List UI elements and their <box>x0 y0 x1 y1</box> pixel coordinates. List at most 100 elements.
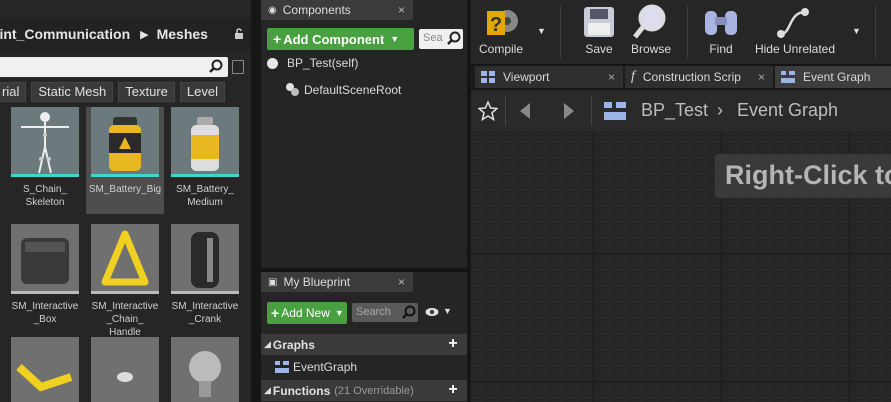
plus-icon: + <box>271 305 280 321</box>
asset-search-input[interactable] <box>0 57 228 77</box>
asset-tile[interactable]: SM_Interactive _Box <box>6 224 84 326</box>
asset-label: SM_Battery_Big <box>88 184 162 195</box>
toolbar-separator <box>560 6 561 58</box>
filter-material[interactable]: rial <box>0 82 27 102</box>
graph-breadcrumb-bar: BP_Test › Event Graph <box>471 90 891 131</box>
asset-tile[interactable]: S_Chain_ Skeleton <box>6 107 84 209</box>
asset-tile-selected[interactable]: SM_Battery_Big <box>86 107 164 214</box>
back-arrow-icon[interactable] <box>516 101 536 121</box>
graph-item-label: EventGraph <box>293 360 358 374</box>
asset-tile[interactable] <box>86 337 164 402</box>
asset-label: SM_Interactive _Crank <box>171 301 239 325</box>
content-browser: rint_Communication ▶ Meshes rial Static … <box>0 0 251 402</box>
path-arrow-icon[interactable]: ▶ <box>140 28 148 41</box>
blueprint-icon: ▣ <box>268 276 278 288</box>
graph-hint-text: Right-Click to <box>715 154 891 198</box>
browse-button[interactable]: Browse <box>625 0 677 64</box>
svg-text:?: ? <box>490 14 502 36</box>
filter-static-mesh[interactable]: Static Mesh <box>31 82 114 102</box>
save-button[interactable]: Save <box>575 0 623 64</box>
breadcrumb-separator: › <box>717 100 723 120</box>
search-icon <box>402 305 416 319</box>
close-icon[interactable]: × <box>398 275 405 289</box>
add-component-button[interactable]: + Add Component ▼ <box>267 28 414 50</box>
root-label: DefaultSceneRoot <box>304 83 402 97</box>
tab-viewport[interactable]: Viewport × <box>475 66 623 88</box>
toolbar-separator <box>875 6 876 58</box>
my-blueprint-tab[interactable]: ▣ My Blueprint × <box>261 272 413 292</box>
lock-icon[interactable] <box>233 27 245 43</box>
add-function-button[interactable]: + <box>445 382 461 398</box>
content-path-bar: rint_Communication ▶ Meshes <box>0 18 251 50</box>
blueprint-search-input[interactable]: Search <box>352 303 418 322</box>
asset-tile[interactable] <box>166 337 244 402</box>
filter-texture[interactable]: Texture <box>118 82 175 102</box>
breadcrumb-graph[interactable]: Event Graph <box>737 100 838 121</box>
binoculars-icon <box>705 11 737 35</box>
filter-bar: rial Static Mesh Texture Level <box>0 82 251 102</box>
chevron-down-icon[interactable]: ▼ <box>537 26 546 36</box>
graphs-section-header[interactable]: ◢ Graphs + <box>261 334 467 355</box>
filter-level[interactable]: Level <box>179 82 225 102</box>
path-folder[interactable]: Meshes <box>157 26 208 42</box>
components-title: Components <box>282 3 351 17</box>
my-blueprint-title: My Blueprint <box>283 275 351 289</box>
toolbar-separator <box>591 96 592 126</box>
chevron-down-icon[interactable]: ▼ <box>852 26 861 36</box>
functions-section-header[interactable]: ◢ Functions (21 Overridable) + <box>261 380 467 401</box>
add-component-label: Add Component <box>283 31 385 47</box>
asset-tile[interactable]: SM_Interactive _Chain_ Handle <box>86 224 164 339</box>
tab-event-graph[interactable]: Event Graph <box>775 66 891 88</box>
compile-label: Compile <box>478 42 523 56</box>
chain-handle-thumbnail <box>91 224 159 294</box>
save-search-icon[interactable] <box>232 60 244 74</box>
component-search-placeholder: Sea <box>423 32 443 44</box>
compile-icon: ? <box>487 10 518 36</box>
functions-overridable-count: (21 Overridable) <box>334 384 414 397</box>
asset-label: SM_Battery_ Medium <box>176 184 234 208</box>
graph-icon <box>275 361 289 373</box>
asset-tile[interactable]: SM_Interactive _Crank <box>166 224 244 326</box>
component-tree-root[interactable]: DefaultSceneRoot <box>286 83 401 97</box>
graph-item-eventgraph[interactable]: EventGraph <box>275 360 357 374</box>
graph-icon <box>604 102 626 120</box>
hide-unrelated-icon <box>777 8 809 38</box>
close-icon[interactable]: × <box>398 3 405 17</box>
viewport-icon <box>481 71 495 83</box>
interactive-box-thumbnail <box>11 224 79 294</box>
magnifier-icon <box>633 4 666 39</box>
components-tab[interactable]: ◉ Components × <box>261 0 413 20</box>
asset-label: SM_Interactive _Box <box>11 301 79 325</box>
component-tree-self[interactable]: BP_Test(self) <box>267 56 358 70</box>
chevron-down-icon[interactable]: ▼ <box>443 306 452 316</box>
asset-tile[interactable]: SM_Battery_ Medium <box>166 107 244 209</box>
add-graph-button[interactable]: + <box>445 336 461 352</box>
toolbar-separator <box>505 96 506 126</box>
add-new-button[interactable]: + Add New ▼ <box>267 302 347 324</box>
tab-construction-script[interactable]: f Construction Scrip × <box>625 66 773 88</box>
close-icon[interactable]: × <box>758 70 765 84</box>
panel-splitter[interactable] <box>251 0 261 402</box>
search-icon <box>209 59 223 73</box>
star-icon[interactable] <box>478 101 498 121</box>
asset-tile[interactable] <box>6 337 84 402</box>
path-segment[interactable]: rint_Communication <box>0 26 130 42</box>
eye-icon[interactable] <box>425 307 439 317</box>
compile-button[interactable]: ? Compile <box>475 0 527 64</box>
close-icon[interactable]: × <box>608 70 615 84</box>
bulb-thumbnail <box>171 337 239 402</box>
add-new-label: Add New <box>281 306 330 320</box>
scene-root-icon <box>286 83 300 97</box>
forward-arrow-icon[interactable] <box>558 101 578 121</box>
toolbar-separator <box>687 6 688 58</box>
small-part-thumbnail <box>91 337 159 402</box>
yellow-part-thumbnail <box>11 337 79 402</box>
hide-unrelated-button[interactable]: Hide Unrelated <box>751 0 839 64</box>
asset-label: SM_Interactive _Chain_ Handle <box>91 301 159 338</box>
search-icon <box>447 31 461 45</box>
document-tab-bar: Viewport × f Construction Scrip × Event … <box>471 66 891 88</box>
save-icon <box>584 7 614 37</box>
find-button[interactable]: Find <box>697 0 745 64</box>
breadcrumb-blueprint[interactable]: BP_Test <box>641 100 708 121</box>
component-search-input[interactable]: Sea <box>419 29 463 49</box>
